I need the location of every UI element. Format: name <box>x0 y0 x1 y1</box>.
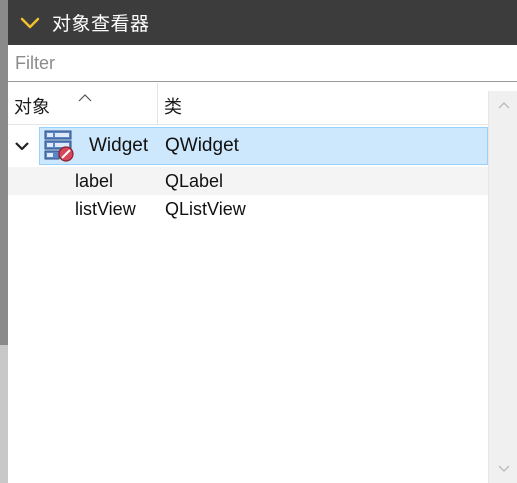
tree-row-label[interactable]: label QLabel <box>8 167 488 195</box>
scroll-up-arrow-icon[interactable] <box>489 91 517 119</box>
filter-input[interactable] <box>15 48 505 78</box>
widget-icon <box>44 130 76 162</box>
tree-row-name: Widget <box>89 135 149 156</box>
splitter-handle-shade <box>0 0 8 345</box>
tree-row-listview[interactable]: listView QListView <box>8 195 488 223</box>
expand-chevron-icon[interactable] <box>14 127 30 165</box>
object-tree: 对象 类 Widget QWidget label QLabel listVie… <box>8 83 488 483</box>
sort-ascending-icon <box>78 89 92 107</box>
splitter-handle[interactable] <box>0 0 8 483</box>
header-class-column[interactable]: 类 <box>158 83 488 125</box>
tree-row-widget[interactable]: Widget QWidget <box>8 127 488 165</box>
chevron-down-icon[interactable] <box>8 16 52 30</box>
scroll-down-arrow-icon[interactable] <box>489 455 517 483</box>
filter-box <box>8 45 517 82</box>
dock-title-bar[interactable]: 对象查看器 <box>8 0 517 45</box>
tree-header: 对象 类 <box>8 83 488 125</box>
tree-row-class: QWidget <box>165 135 239 156</box>
tree-row-name: listView <box>75 198 136 219</box>
tree-row-class: QListView <box>165 198 246 219</box>
tree-row-name: label <box>75 170 114 191</box>
tree-row-class: QLabel <box>165 170 224 191</box>
header-class-label: 类 <box>164 97 182 118</box>
dock-title: 对象查看器 <box>52 13 150 35</box>
vertical-scrollbar[interactable] <box>488 91 517 483</box>
object-inspector-panel: 对象查看器 对象 类 <box>0 0 517 483</box>
header-object-label: 对象 <box>14 97 50 118</box>
